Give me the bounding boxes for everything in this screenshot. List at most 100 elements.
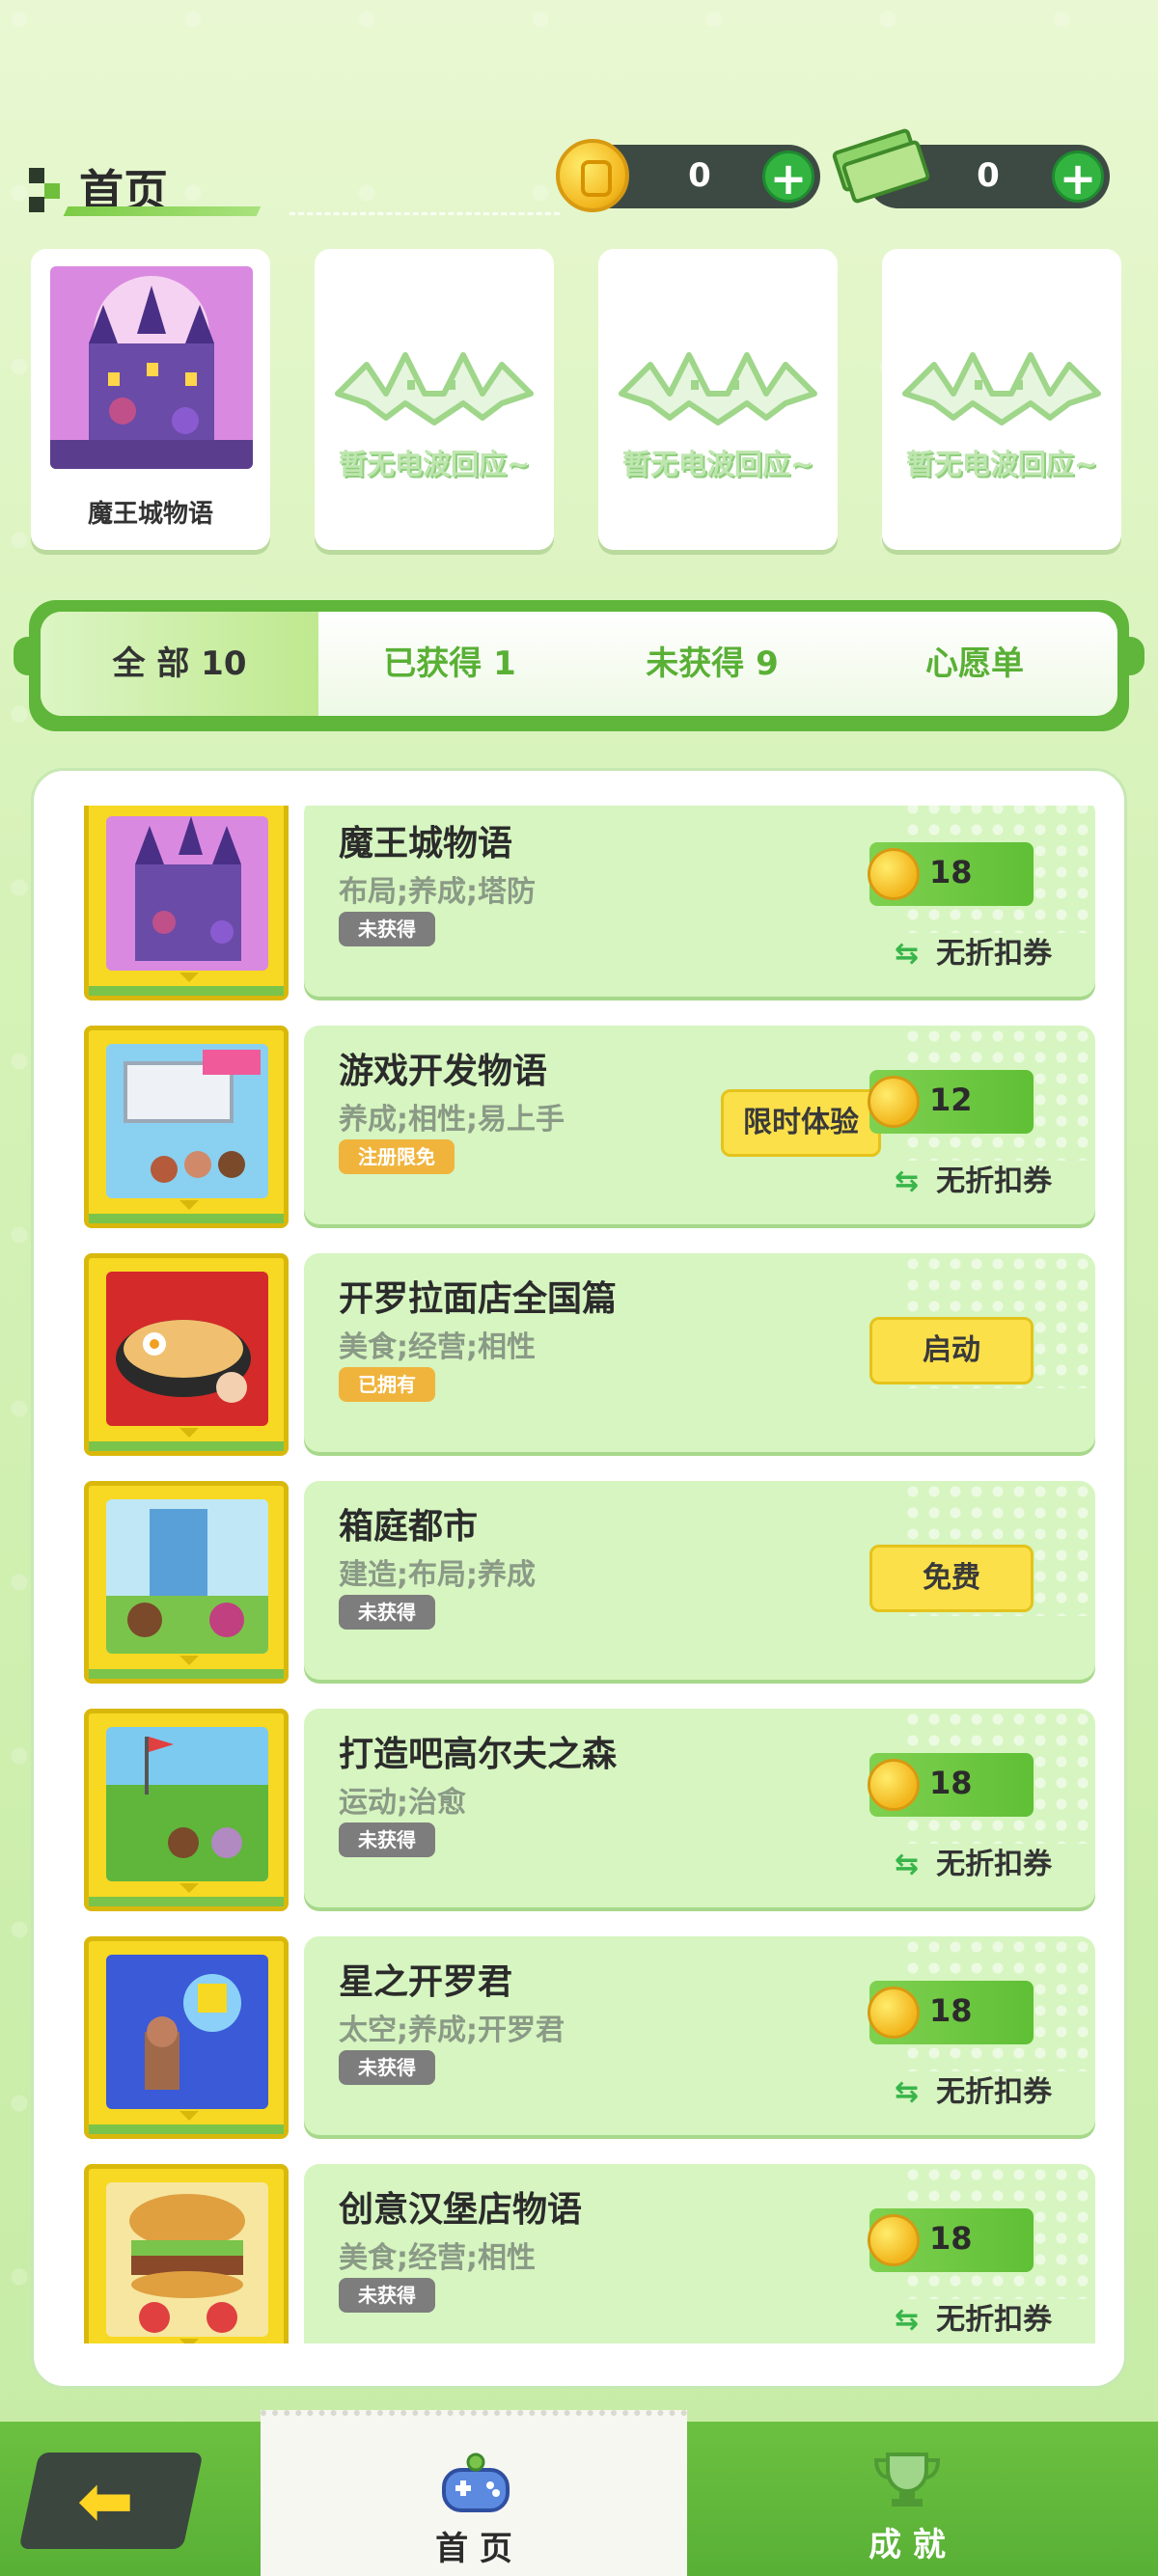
game-card[interactable]: 打造吧高尔夫之森 运动;治愈 未获得 18 ⇆ 无折扣券 (304, 1709, 1095, 1907)
game-tags: 运动;治愈 (339, 1786, 466, 1820)
coin-icon (868, 1987, 920, 2039)
cartridge-arrow (179, 1656, 199, 1665)
discount-info[interactable]: ⇆ 无折扣券 (895, 1840, 1052, 1882)
free-button[interactable]: 免费 (869, 1545, 1034, 1612)
discount-info[interactable]: ⇆ 无折扣券 (895, 2295, 1052, 2338)
tab-deco (14, 637, 42, 675)
list-item[interactable]: 箱庭都市 建造;布局;养成 未获得 免费 (34, 1481, 1124, 1689)
game-tags: 美食;经营;相性 (339, 2241, 536, 2275)
game-thumbnail (106, 1955, 268, 2109)
recent-card-empty: 暂无电波回应~ (315, 249, 554, 550)
recent-card-empty: 暂无电波回应~ (598, 249, 838, 550)
back-arrow-icon: ⬅ (77, 2461, 134, 2540)
discount-label: 无折扣券 (936, 1165, 1053, 1198)
game-cartridge (84, 1481, 289, 1684)
list-item[interactable]: 创意汉堡店物语 美食;经营;相性 未获得 18 ⇆ 无折扣券 (34, 2164, 1124, 2343)
title-underline (63, 206, 262, 216)
swap-icon: ⇆ (895, 1848, 920, 1881)
price-button[interactable]: 12 (868, 1070, 1034, 1134)
game-card[interactable]: 星之开罗君 太空;养成;开罗君 未获得 18 ⇆ 无折扣券 (304, 1936, 1095, 2135)
game-card[interactable]: 魔王城物语 布局;养成;塔防 未获得 18 ⇆ 无折扣券 (304, 806, 1095, 997)
cartridge-base (89, 2124, 284, 2134)
game-card[interactable]: 创意汉堡店物语 美食;经营;相性 未获得 18 ⇆ 无折扣券 (304, 2164, 1095, 2343)
cartridge-arrow (179, 1428, 199, 1438)
price-button[interactable]: 18 (868, 1753, 1034, 1817)
game-thumbnail (106, 1727, 268, 1881)
game-thumbnail (50, 266, 253, 469)
price-button[interactable]: 18 (868, 842, 1034, 906)
tab-wishlist[interactable]: 心愿单 (843, 612, 1106, 716)
cartridge-base (89, 986, 284, 996)
coin-icon (868, 1076, 920, 1128)
discount-label: 无折扣券 (936, 2075, 1053, 2109)
price-button[interactable]: 18 (868, 1981, 1034, 2044)
recent-games: 魔王城物语 暂无电波回应~ 暂无电波回应~ 暂无电波回应~ (31, 249, 1127, 550)
swap-icon: ⇆ (895, 937, 920, 971)
tabs-inner: 全 部 10 已获得 1 未获得 9 心愿单 (41, 612, 1117, 716)
price-button[interactable]: 18 (868, 2208, 1034, 2272)
list-item[interactable]: 魔王城物语 布局;养成;塔防 未获得 18 ⇆ 无折扣券 (34, 806, 1124, 1006)
game-tags: 布局;养成;塔防 (339, 875, 536, 909)
game-tags: 太空;养成;开罗君 (339, 2014, 565, 2047)
cartridge-base (89, 1669, 284, 1679)
game-name: 箱庭都市 (339, 1507, 479, 1547)
list-item[interactable]: 游戏开发物语 养成;相性;易上手 注册限免 限时体验 12 ⇆ 无折扣券 (34, 1026, 1124, 1234)
discount-info[interactable]: ⇆ 无折扣券 (895, 929, 1052, 972)
launch-button[interactable]: 启动 (869, 1317, 1034, 1384)
tab-all[interactable]: 全 部 10 (41, 612, 318, 716)
game-thumbnail (106, 1044, 268, 1198)
price-value: 18 (929, 2220, 973, 2257)
status-badge: 已拥有 (339, 1367, 435, 1402)
gamepad-icon (442, 2453, 510, 2512)
discount-label: 无折扣券 (936, 1848, 1053, 1881)
price-value: 12 (929, 1082, 973, 1118)
discount-info[interactable]: ⇆ 无折扣券 (895, 2068, 1052, 2110)
list-item[interactable]: 星之开罗君 太空;养成;开罗君 未获得 18 ⇆ 无折扣券 (34, 1936, 1124, 2145)
coin-icon (868, 1759, 920, 1811)
header: 首页 0 + 0 + (0, 127, 1158, 232)
tab-owned[interactable]: 已获得 1 (318, 612, 581, 716)
cartridge-arrow (179, 1883, 199, 1893)
game-card[interactable]: 箱庭都市 建造;布局;养成 未获得 免费 (304, 1481, 1095, 1680)
list-item[interactable]: 开罗拉面店全国篇 美食;经营;相性 已拥有 启动 (34, 1253, 1124, 1462)
back-button[interactable]: ⬅ (18, 2453, 204, 2549)
swap-icon: ⇆ (895, 2303, 920, 2337)
add-cash-button[interactable]: + (1052, 151, 1104, 204)
game-thumbnail (106, 816, 268, 971)
divider (290, 212, 560, 215)
discount-info[interactable]: ⇆ 无折扣券 (895, 1157, 1052, 1199)
nav-achievements[interactable]: 成 就 (820, 2422, 994, 2576)
add-coins-button[interactable]: + (762, 151, 814, 204)
coin-icon (556, 139, 629, 212)
trial-button[interactable]: 限时体验 (721, 1089, 881, 1157)
cartridge-arrow (179, 2339, 199, 2343)
cartridge-base (89, 1214, 284, 1223)
empty-text: 暂无电波回应~ (621, 448, 814, 480)
game-name: 星之开罗君 (339, 1962, 513, 2002)
price-value: 18 (929, 1765, 973, 1801)
game-thumbnail (106, 1272, 268, 1426)
cartridge-arrow (179, 1200, 199, 1210)
nav-achievements-label: 成 就 (868, 2526, 946, 2564)
game-cartridge (84, 1026, 289, 1228)
coin-icon (868, 848, 920, 900)
game-cartridge (84, 2164, 289, 2343)
cartridge-arrow (179, 973, 199, 982)
list-item[interactable]: 打造吧高尔夫之森 运动;治愈 未获得 18 ⇆ 无折扣券 (34, 1709, 1124, 1917)
game-list[interactable]: 魔王城物语 布局;养成;塔防 未获得 18 ⇆ 无折扣券 游戏开发物语 养成;相… (34, 806, 1124, 2343)
cartridge-arrow (179, 2111, 199, 2121)
tab-deco (1116, 637, 1144, 675)
tab-not-owned[interactable]: 未获得 9 (581, 612, 843, 716)
game-card[interactable]: 开罗拉面店全国篇 美食;经营;相性 已拥有 启动 (304, 1253, 1095, 1452)
game-cartridge (84, 1709, 289, 1911)
game-cartridge (84, 1253, 289, 1456)
game-card[interactable]: 游戏开发物语 养成;相性;易上手 注册限免 限时体验 12 ⇆ 无折扣券 (304, 1026, 1095, 1224)
recent-card-1[interactable]: 魔王城物语 (31, 249, 270, 550)
cartridge-base (89, 1897, 284, 1906)
bottom-nav: ⬅ 首 页 成 就 (0, 2410, 1158, 2576)
nav-home[interactable]: 首 页 (261, 2410, 687, 2576)
game-name: 游戏开发物语 (339, 1052, 548, 1091)
status-badge: 未获得 (339, 2050, 435, 2085)
game-tags: 建造;布局;养成 (339, 1558, 536, 1592)
game-thumbnail (106, 1499, 268, 1654)
